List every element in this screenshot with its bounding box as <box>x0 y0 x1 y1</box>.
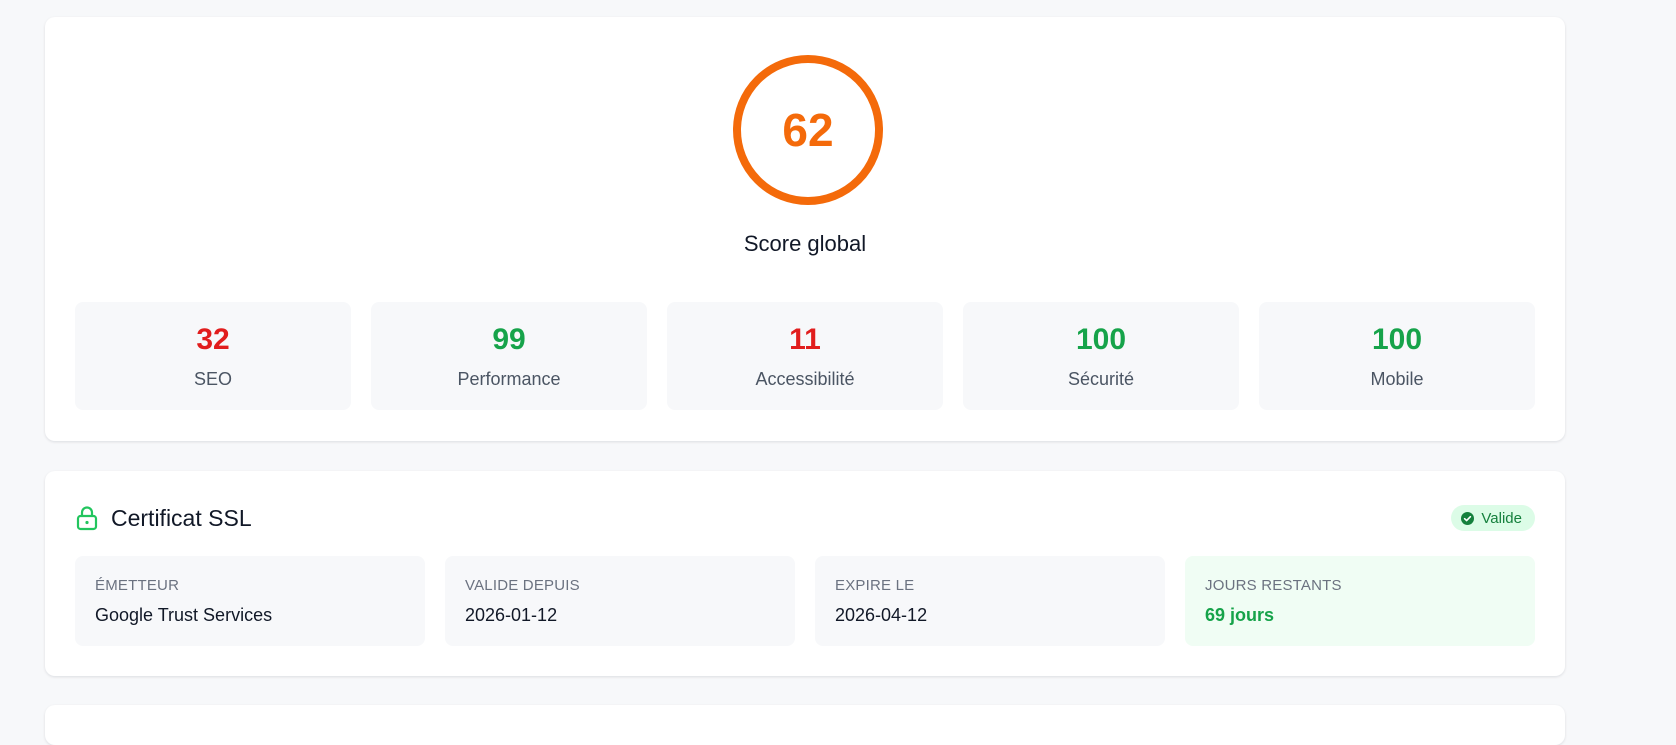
metric-value: 11 <box>789 323 821 356</box>
metric-value: 100 <box>1371 323 1423 356</box>
metric-security: 100 Sécurité <box>963 302 1239 410</box>
ssl-valid-from: VALIDE DEPUIS 2026-01-12 <box>445 556 795 646</box>
metric-label: Performance <box>457 369 561 389</box>
field-value: Google Trust Services <box>95 605 273 625</box>
field-value: 2026-04-12 <box>835 605 928 625</box>
ssl-days-remaining: JOURS RESTANTS 69 jours <box>1185 556 1535 646</box>
metric-value: 99 <box>492 323 526 356</box>
ssl-details: ÉMETTEUR Google Trust Services VALIDE DE… <box>75 556 1535 646</box>
field-label: EXPIRE LE <box>835 577 915 594</box>
global-score-value: 62 <box>782 104 834 156</box>
metric-accessibility: 11 Accessibilité <box>667 302 943 410</box>
ssl-title: Certificat SSL <box>111 504 252 531</box>
metric-label: Sécurité <box>1067 369 1135 389</box>
metric-label: Mobile <box>1370 369 1424 389</box>
ssl-expires: EXPIRE LE 2026-04-12 <box>815 556 1165 646</box>
metric-seo: 32 SEO <box>75 302 351 410</box>
global-score-label: Score global <box>743 231 867 256</box>
metric-label: Accessibilité <box>755 369 855 389</box>
metric-value: 32 <box>196 323 230 356</box>
metric-mobile: 100 Mobile <box>1259 302 1535 410</box>
score-overview-card: 62 Score global 32 SEO 99 Performance 11… <box>45 17 1565 441</box>
ssl-issuer: ÉMETTEUR Google Trust Services <box>75 556 425 646</box>
field-label: ÉMETTEUR <box>95 577 180 594</box>
metric-performance: 99 Performance <box>371 302 647 410</box>
field-label: JOURS RESTANTS <box>1205 577 1342 594</box>
ssl-certificate-card: Certificat SSL Valide ÉMETTEUR Google Tr… <box>45 471 1565 676</box>
ssl-header: Certificat SSL <box>75 503 252 533</box>
field-value: 2026-01-12 <box>465 605 558 625</box>
lock-icon <box>76 506 98 531</box>
check-circle-icon <box>1461 511 1475 525</box>
field-value: 69 jours <box>1205 605 1275 625</box>
ssl-status-text: Valide <box>1481 509 1522 527</box>
metric-label: SEO <box>193 369 232 389</box>
metric-value: 100 <box>1075 323 1127 356</box>
metric-tiles: 32 SEO 99 Performance 11 Accessibilité 1… <box>75 302 1535 410</box>
field-label: VALIDE DEPUIS <box>465 577 580 594</box>
ssl-status-badge: Valide <box>1451 505 1535 531</box>
next-section-card <box>45 705 1565 745</box>
